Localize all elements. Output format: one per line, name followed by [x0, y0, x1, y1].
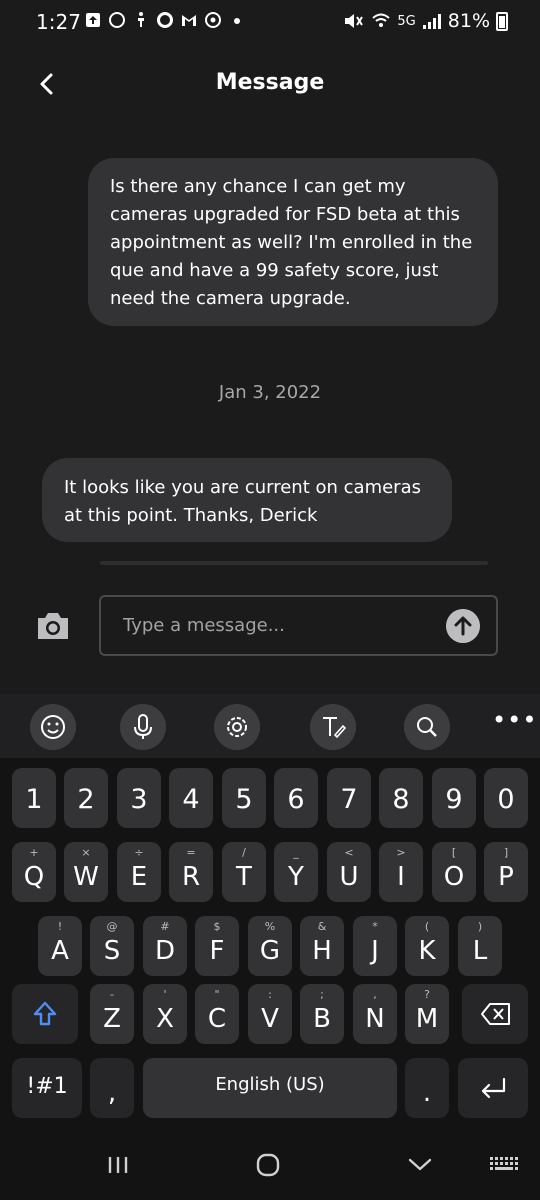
key-x[interactable]: ' X	[143, 984, 187, 1044]
key-n[interactable]: ,N	[353, 984, 397, 1044]
network-type: 5G	[397, 13, 416, 29]
status-time: 1:27	[36, 10, 81, 34]
message-line: Is there any chance I can get my	[110, 176, 406, 197]
key-6[interactable]: 6	[274, 768, 318, 828]
key-g[interactable]: % G	[248, 916, 292, 976]
gmail-icon	[182, 15, 196, 26]
key-q[interactable]: + Q	[12, 842, 56, 902]
key-h[interactable]: & H	[300, 916, 344, 976]
comma-key[interactable]: ,	[90, 1058, 134, 1118]
key-p[interactable]: ] P	[484, 842, 528, 902]
key-u[interactable]: < U	[327, 842, 371, 902]
app-header: Message	[0, 46, 540, 126]
key-w[interactable]: × W	[64, 842, 108, 902]
message-line: at this point. Thanks, Derick	[64, 505, 318, 526]
key-d[interactable]: # D	[143, 916, 187, 976]
key-r[interactable]: = R	[169, 842, 213, 902]
message-line: que and have a 99 safety score, just	[110, 260, 439, 281]
key-e[interactable]: ÷ E	[117, 842, 161, 902]
key-8[interactable]: 8	[379, 768, 423, 828]
period-key[interactable]: .	[405, 1058, 449, 1118]
system-status: 5G 81%	[343, 10, 508, 32]
status-bar: 1:27 5G 81%	[0, 0, 540, 46]
microphone-icon[interactable]	[120, 704, 166, 750]
date-separator: Jan 3, 2022	[218, 382, 322, 403]
o-icon	[157, 12, 173, 28]
wifi-icon	[372, 13, 391, 27]
mute-icon	[345, 14, 364, 28]
keyboard-switch-icon[interactable]	[484, 1150, 524, 1180]
key-o[interactable]: [O	[432, 842, 476, 902]
key-k[interactable]: (K	[405, 916, 449, 976]
navigation-bar	[0, 1126, 540, 1200]
key-j[interactable]: * J	[353, 916, 397, 976]
space-key[interactable]: English (US)	[143, 1058, 397, 1118]
notification-icons	[84, 11, 246, 29]
key-7[interactable]: 7	[327, 768, 371, 828]
message-line: need the camera upgrade.	[110, 288, 351, 309]
circle-icon	[109, 12, 125, 28]
key-c[interactable]: " C	[195, 984, 239, 1044]
key-t[interactable]: / T	[222, 842, 266, 902]
key-v[interactable]: :V	[248, 984, 292, 1044]
send-arrow-icon[interactable]	[446, 609, 480, 643]
accessibility-icon	[138, 12, 144, 27]
emoji-icon[interactable]	[30, 704, 76, 750]
message-input[interactable]	[123, 609, 433, 641]
home-icon[interactable]	[248, 1150, 288, 1180]
shift-key[interactable]	[12, 984, 78, 1044]
page-title: Message	[215, 70, 325, 95]
outgoing-message[interactable]: Is there any chance I can get my cameras…	[88, 158, 498, 326]
key-s[interactable]: @ S	[90, 916, 134, 976]
enter-icon	[481, 1077, 506, 1099]
message-composer[interactable]	[99, 595, 498, 656]
incoming-message[interactable]: It looks like you are current on cameras…	[42, 458, 452, 542]
search-icon[interactable]	[404, 704, 450, 750]
key-l[interactable]: ) L	[458, 916, 502, 976]
key-y[interactable]: _ Y	[274, 842, 318, 902]
key-9[interactable]: 9	[432, 768, 476, 828]
key-5[interactable]: 5	[222, 768, 266, 828]
app-icon	[205, 12, 221, 28]
key-z[interactable]: -Z	[90, 984, 134, 1044]
battery-percent: 81%	[447, 10, 490, 32]
camera-icon[interactable]	[34, 608, 72, 644]
battery-icon	[496, 11, 508, 31]
signal-icon	[422, 14, 441, 29]
message-line: appointment as well? I'm enrolled in the	[110, 232, 473, 253]
upload-icon	[86, 13, 100, 27]
handwriting-icon[interactable]	[310, 704, 356, 750]
enter-key[interactable]	[458, 1058, 528, 1118]
key-f[interactable]: $ F	[195, 916, 239, 976]
backspace-icon	[481, 1003, 510, 1025]
key-3[interactable]: 3	[117, 768, 161, 828]
key-0[interactable]: 0	[484, 768, 528, 828]
key-4[interactable]: 4	[169, 768, 213, 828]
message-line: cameras upgraded for FSD beta at this	[110, 204, 460, 225]
dot-icon	[234, 18, 240, 24]
on-screen-keyboard: ••• 1 2 3 4 5 6 7 8 9 0 + Q × W ÷ E = R / T _…	[0, 694, 540, 1126]
keyboard-toolbar: •••	[0, 694, 540, 758]
message-line: It looks like you are current on cameras	[64, 477, 421, 498]
key-2[interactable]: 2	[64, 768, 108, 828]
next-message-edge	[100, 561, 488, 565]
key-1[interactable]: 1	[12, 768, 56, 828]
settings-icon[interactable]	[214, 704, 260, 750]
shift-icon	[33, 1001, 57, 1026]
symbols-key[interactable]: !#1	[12, 1058, 82, 1118]
key-b[interactable]: ; B	[300, 984, 344, 1044]
recent-apps-icon[interactable]	[98, 1150, 138, 1180]
backspace-key[interactable]	[462, 984, 528, 1044]
more-icon[interactable]: •••	[492, 708, 536, 738]
key-m[interactable]: ? M	[405, 984, 449, 1044]
back-icon[interactable]	[400, 1150, 440, 1180]
key-i[interactable]: > I	[379, 842, 423, 902]
key-a[interactable]: ! A	[38, 916, 82, 976]
